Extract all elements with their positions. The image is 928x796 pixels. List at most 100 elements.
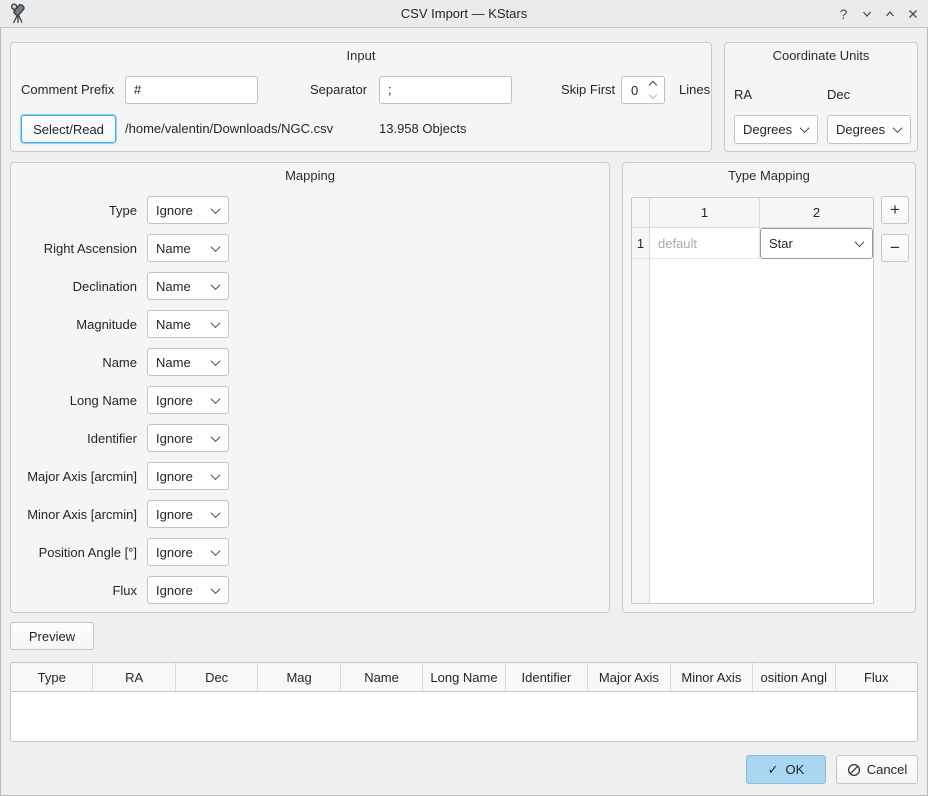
ra-units-value: Degrees: [743, 122, 792, 137]
preview-column-header[interactable]: Long Name: [423, 663, 505, 691]
mapping-field-select[interactable]: Name: [147, 348, 229, 376]
check-icon: ✓: [768, 762, 779, 778]
type-mapping-header-row: 1 2: [632, 198, 873, 228]
coordinate-units-title: Coordinate Units: [725, 48, 917, 63]
remove-row-button[interactable]: −: [881, 234, 909, 262]
spin-down-icon[interactable]: [649, 91, 657, 99]
mapping-row: Declination Name: [11, 272, 609, 300]
type-mapping-title: Type Mapping: [623, 168, 915, 183]
cancel-icon: [847, 763, 861, 777]
mapping-field-select[interactable]: Ignore: [147, 576, 229, 604]
preview-button[interactable]: Preview: [10, 622, 94, 650]
skip-first-spinner[interactable]: 0: [621, 76, 665, 104]
comment-prefix-input[interactable]: #: [125, 76, 258, 104]
preview-column-header[interactable]: Minor Axis: [671, 663, 753, 691]
type-value-cell[interactable]: Star: [760, 228, 873, 259]
mapping-field-select[interactable]: Ignore: [147, 462, 229, 490]
preview-column-header[interactable]: Type: [11, 663, 93, 691]
chevron-down-icon: [893, 123, 903, 133]
dec-label: Dec: [827, 81, 850, 109]
ra-units-select[interactable]: Degrees: [734, 115, 818, 144]
close-icon: [907, 8, 919, 20]
spin-up-icon[interactable]: [649, 81, 657, 89]
type-key-cell[interactable]: default: [650, 228, 760, 259]
mapping-field-value: Ignore: [156, 583, 193, 598]
dec-units-select[interactable]: Degrees: [827, 115, 911, 144]
chevron-down-icon: [211, 470, 221, 480]
mapping-field-value: Name: [156, 355, 191, 370]
chevron-down-icon: [211, 546, 221, 556]
window-title: CSV Import — KStars: [401, 6, 527, 21]
mapping-row: Minor Axis [arcmin] Ignore: [11, 500, 609, 528]
preview-column-header[interactable]: Name: [341, 663, 423, 691]
row-header-1[interactable]: 1: [632, 228, 650, 259]
mapping-row: Magnitude Name: [11, 310, 609, 338]
mapping-field-label: Identifier: [11, 431, 137, 446]
preview-column-header[interactable]: Major Axis: [588, 663, 670, 691]
preview-column-header[interactable]: osition Angl: [753, 663, 835, 691]
mapping-field-select[interactable]: Ignore: [147, 538, 229, 566]
preview-column-header[interactable]: Identifier: [506, 663, 588, 691]
objects-count-text: 13.958 Objects: [379, 115, 466, 143]
mapping-field-select[interactable]: Name: [147, 310, 229, 338]
ok-label: OK: [786, 762, 805, 777]
preview-column-header[interactable]: RA: [93, 663, 175, 691]
add-row-button[interactable]: +: [881, 196, 909, 224]
chevron-down-icon: [211, 280, 221, 290]
close-button[interactable]: [901, 2, 924, 26]
preview-column-header[interactable]: Mag: [258, 663, 340, 691]
coordinate-units-groupbox: Coordinate Units RA Dec Degrees Degrees: [724, 42, 918, 152]
minimize-button[interactable]: [855, 2, 878, 26]
chevron-up-icon: [884, 8, 896, 20]
select-read-button[interactable]: Select/Read: [21, 115, 116, 143]
mapping-field-select[interactable]: Ignore: [147, 386, 229, 414]
chevron-down-icon: [211, 356, 221, 366]
maximize-button[interactable]: [878, 2, 901, 26]
column-header-1[interactable]: 1: [650, 198, 760, 227]
skip-first-value: 0: [622, 83, 650, 98]
titlebar-buttons: ?: [832, 0, 924, 28]
mapping-rows: Type Ignore Right Ascension Name Dec: [11, 196, 609, 614]
preview-column-header[interactable]: Dec: [176, 663, 258, 691]
type-mapping-row: 1 default Star: [632, 228, 873, 259]
mapping-row: Right Ascension Name: [11, 234, 609, 262]
mapping-field-label: Minor Axis [arcmin]: [11, 507, 137, 522]
mapping-field-select[interactable]: Ignore: [147, 196, 229, 224]
chevron-down-icon: [211, 508, 221, 518]
chevron-down-icon: [211, 432, 221, 442]
type-value-text: Star: [769, 236, 793, 251]
kstars-telescope-icon: [7, 3, 29, 25]
mapping-field-select[interactable]: Name: [147, 234, 229, 262]
separator-input[interactable]: ;: [379, 76, 512, 104]
mapping-field-select[interactable]: Ignore: [147, 500, 229, 528]
mapping-group-title: Mapping: [11, 168, 609, 183]
mapping-field-select[interactable]: Ignore: [147, 424, 229, 452]
type-value-select[interactable]: Star: [760, 228, 873, 259]
mapping-field-label: Major Axis [arcmin]: [11, 469, 137, 484]
chevron-down-icon: [861, 8, 873, 20]
chevron-down-icon: [211, 204, 221, 214]
cancel-button[interactable]: Cancel: [836, 755, 918, 784]
preview-table: Type RA Dec Mag Name Long Name Identifie…: [10, 662, 918, 742]
ok-button[interactable]: ✓ OK: [746, 755, 826, 784]
help-button[interactable]: ?: [832, 2, 855, 26]
csv-import-dialog: CSV Import — KStars ? Input Comment Pref…: [0, 0, 928, 796]
mapping-field-value: Ignore: [156, 203, 193, 218]
mapping-field-label: Type: [11, 203, 137, 218]
type-mapping-groupbox: Type Mapping 1 2 1 default Star: [622, 162, 916, 613]
file-path-text: /home/valentin/Downloads/NGC.csv: [125, 115, 333, 143]
column-header-2[interactable]: 2: [760, 198, 873, 227]
mapping-row: Flux Ignore: [11, 576, 609, 604]
comment-prefix-label: Comment Prefix: [21, 76, 114, 104]
chevron-down-icon: [211, 242, 221, 252]
mapping-field-value: Name: [156, 279, 191, 294]
type-mapping-table[interactable]: 1 2 1 default Star: [631, 197, 874, 604]
spinner-arrows[interactable]: [650, 82, 664, 98]
titlebar: CSV Import — KStars ?: [0, 0, 928, 28]
preview-column-header[interactable]: Flux: [836, 663, 917, 691]
skip-first-label: Skip First: [561, 76, 615, 104]
chevron-down-icon: [211, 394, 221, 404]
mapping-field-select[interactable]: Name: [147, 272, 229, 300]
cancel-label: Cancel: [867, 762, 907, 777]
mapping-field-label: Right Ascension: [11, 241, 137, 256]
